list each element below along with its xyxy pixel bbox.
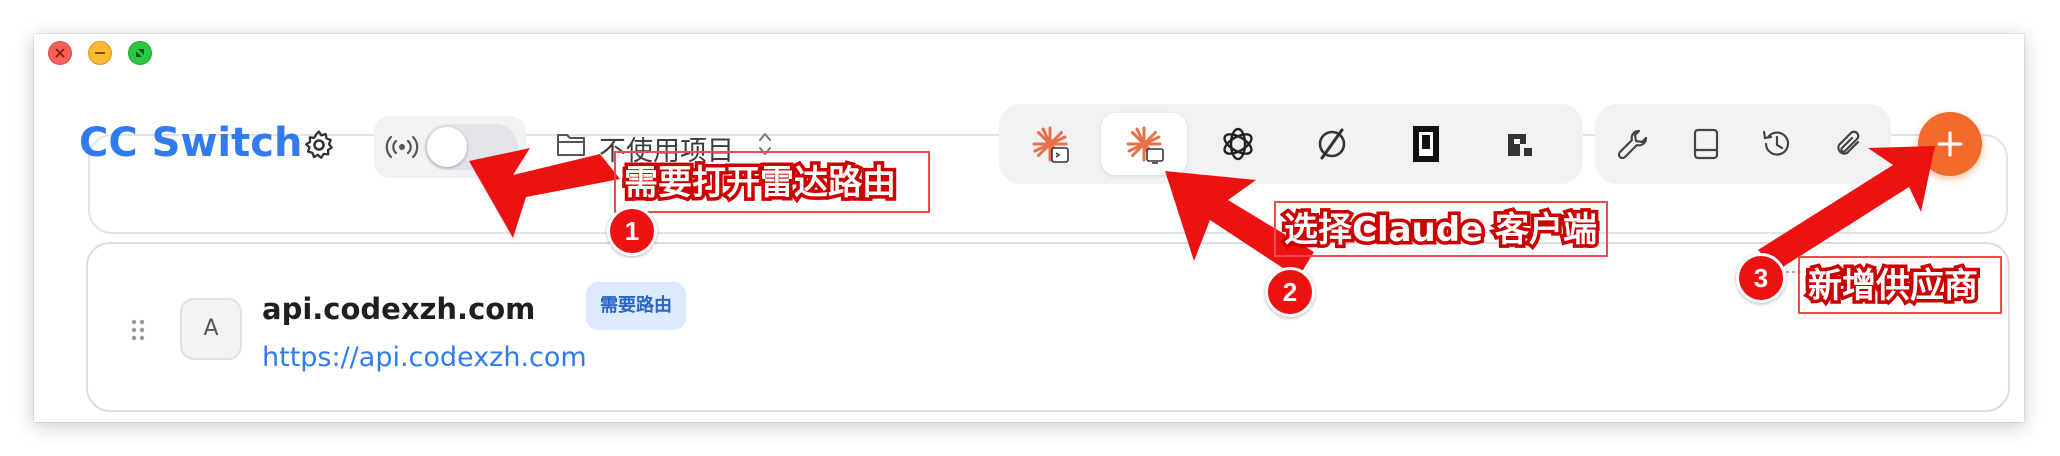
annotation-number-1: 1	[607, 206, 657, 256]
app-tab-gemini[interactable]	[1289, 113, 1375, 175]
radar-broadcast-icon	[385, 135, 419, 159]
app-tab-cursor[interactable]	[1383, 113, 1469, 175]
app-tab-claude-code[interactable]	[1007, 113, 1093, 175]
claude-desktop-icon	[1126, 126, 1164, 164]
cursor-icon	[1413, 126, 1439, 162]
wrench-icon[interactable]	[1615, 126, 1651, 162]
tools-toolbar	[1595, 104, 1891, 184]
add-provider-button[interactable]	[1918, 112, 1982, 176]
plus-icon	[1937, 131, 1963, 157]
app-switcher	[999, 104, 1583, 184]
app-tab-openai[interactable]	[1195, 113, 1281, 175]
app-tab-other[interactable]	[1477, 113, 1563, 175]
app-window: CC Switch 不使用项目 A api.codexzh.com 需要路由 h…	[34, 34, 2024, 422]
proxy-toggle-group	[374, 116, 526, 178]
folder-icon	[557, 134, 585, 156]
annotation-note-3: 新增供应商	[1798, 256, 2002, 314]
drag-handle-icon[interactable]	[130, 318, 146, 342]
history-icon[interactable]	[1759, 126, 1795, 162]
claude-code-icon	[1032, 126, 1069, 163]
minimize-window-button[interactable]	[88, 41, 112, 65]
app-logo-icon	[1508, 134, 1532, 156]
settings-gear-icon[interactable]	[302, 128, 336, 162]
gemini-icon	[1318, 128, 1346, 160]
app-tab-claude-desktop[interactable]	[1101, 113, 1187, 175]
app-title: CC Switch	[79, 120, 303, 166]
toggle-knob	[427, 127, 467, 167]
provider-url-link[interactable]: https://api.codexzh.com	[262, 342, 587, 373]
annotation-number-2: 2	[1265, 267, 1315, 317]
paperclip-icon[interactable]	[1831, 126, 1867, 162]
zoom-window-button[interactable]	[128, 41, 152, 65]
annotation-note-1: 需要打开雷达路由	[614, 151, 930, 213]
close-window-button[interactable]	[48, 41, 72, 65]
annotation-note-2: 选择Claude 客户端	[1274, 201, 1608, 257]
openai-icon	[1223, 127, 1253, 161]
proxy-routing-toggle[interactable]	[424, 124, 518, 170]
provider-name: api.codexzh.com	[262, 292, 536, 326]
provider-avatar: A	[180, 298, 242, 360]
book-icon[interactable]	[1687, 126, 1723, 162]
route-required-badge: 需要路由	[586, 282, 686, 330]
annotation-number-3: 3	[1736, 253, 1786, 303]
provider-card[interactable]: A api.codexzh.com 需要路由 https://api.codex…	[86, 242, 2010, 412]
